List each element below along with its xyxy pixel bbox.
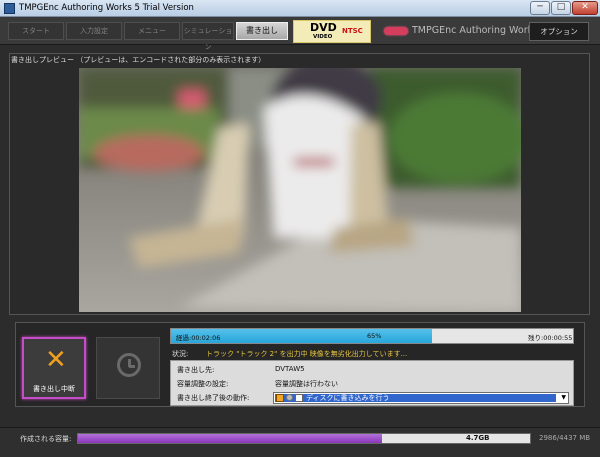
capacity-disc-size: 4.7GB — [466, 434, 490, 442]
tab-menu[interactable]: メニュー — [124, 22, 180, 40]
dropdown-arrow-icon[interactable]: ▼ — [561, 394, 566, 401]
tab-simulation[interactable]: シミュレーション — [182, 22, 234, 51]
capacity-fill — [78, 434, 383, 443]
output-info-box: 書き出し先: DVTAW5 容量調整の設定: 容量調整は行わない 書き出し終了後… — [170, 360, 574, 406]
after-output-selected: ディスクに書き込みを行う — [275, 394, 556, 402]
capacity-mb-readout: 2986/4437 MB — [539, 434, 591, 442]
option-button[interactable]: オプション — [529, 22, 589, 41]
close-button[interactable]: ✕ — [572, 1, 598, 15]
after-output-value: ディスクに書き込みを行う — [306, 394, 390, 402]
capacity-setting-label: 容量調整の設定: — [177, 380, 229, 388]
capacity-label: 作成される容量: — [20, 435, 72, 443]
dvd-ntsc-badge: DVD VIDEO NTSC — [293, 20, 371, 43]
stop-output-button[interactable]: ✕ 書き出し中断 — [22, 337, 86, 399]
stop-x-icon: ✕ — [45, 345, 67, 375]
brand-logo-icon — [384, 27, 408, 35]
video-label: VIDEO — [313, 34, 333, 40]
preview-header: 書き出しプレビュー （プレビューは、エンコードされた部分のみ表示されます） — [11, 56, 266, 64]
output-dest-label: 書き出し先: — [177, 366, 215, 374]
status-text: トラック "トラック 2" を出力中 映像を無劣化出力しています... — [206, 350, 408, 358]
after-output-label: 書き出し終了後の動作: — [177, 394, 250, 402]
output-progress-bar: 経過:00:02:06 65% 残り:00:00:55 — [170, 328, 574, 344]
capacity-setting-value: 容量調整は行わない — [275, 380, 338, 388]
tab-output[interactable]: 書き出し — [236, 22, 288, 40]
app-icon — [4, 3, 15, 14]
progress-percent: 65% — [367, 332, 382, 340]
timer-button — [96, 337, 160, 399]
checkbox-icon — [276, 394, 284, 402]
tab-start[interactable]: スタート — [8, 22, 64, 40]
minimize-button[interactable]: ─ — [530, 1, 550, 15]
disc-icon — [286, 394, 293, 401]
title-bar: TMPGEnc Authoring Works 5 Trial Version … — [0, 0, 600, 17]
stop-output-label: 書き出し中断 — [33, 385, 75, 393]
remaining-time: 残り:00:00:55 — [528, 334, 573, 342]
tab-input-settings[interactable]: 入力設定 — [66, 22, 122, 40]
maximize-button[interactable]: □ — [551, 1, 571, 15]
workflow-toolbar: スタート 入力設定 メニュー シミュレーション 書き出し DVD VIDEO N… — [0, 17, 600, 51]
video-preview — [79, 68, 521, 312]
output-dest-value: DVTAW5 — [275, 365, 305, 373]
dvd-logo: DVD — [310, 21, 337, 34]
status-label: 状況: — [172, 350, 189, 358]
capacity-bar — [77, 433, 531, 444]
elapsed-time: 経過:00:02:06 — [176, 334, 221, 342]
write-icon — [295, 394, 303, 402]
brand-name: TMPGEnc Authoring Works 5 — [412, 25, 548, 36]
window-title: TMPGEnc Authoring Works 5 Trial Version — [19, 3, 194, 13]
preview-frame-image — [79, 68, 521, 312]
ntsc-label: NTSC — [342, 27, 363, 35]
clock-icon — [117, 353, 141, 377]
after-output-select[interactable]: ディスクに書き込みを行う ▼ — [273, 392, 569, 404]
